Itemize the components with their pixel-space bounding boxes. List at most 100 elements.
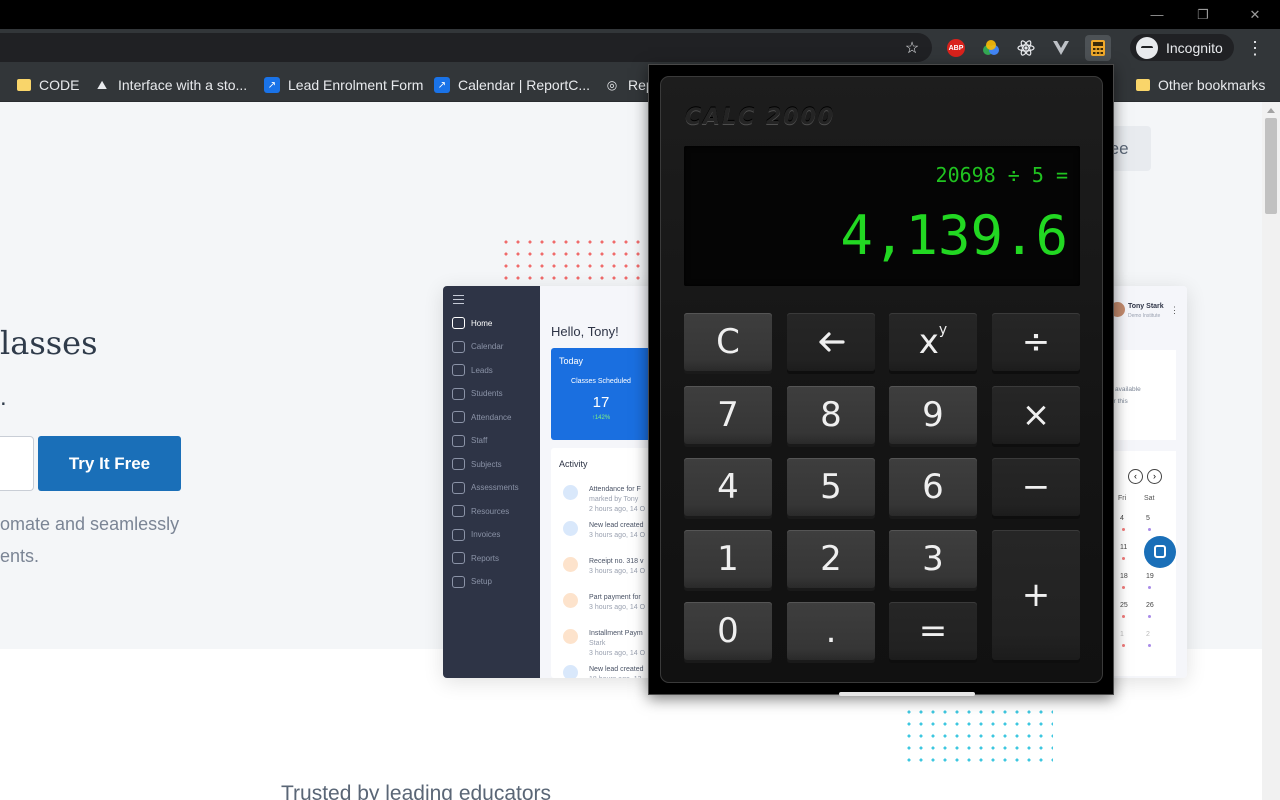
hero-title: lasses <box>0 324 98 362</box>
try-it-free-button[interactable]: Try It Free <box>38 436 181 491</box>
bookmark-code[interactable]: CODE <box>17 75 79 95</box>
close-icon: ✕ <box>1249 6 1261 22</box>
bookmark-lead-enrolment[interactable]: ↗ Lead Enrolment Form <box>264 75 423 95</box>
vue-icon <box>1053 41 1069 55</box>
nav-icon <box>452 575 465 588</box>
bookmark-interface[interactable]: ⛰ Interface with a sto... <box>94 75 247 95</box>
dashboard-greeting: Hello, Tony! <box>551 324 619 339</box>
digit-8-key[interactable]: 8 <box>787 386 875 444</box>
plus-key[interactable]: + <box>992 530 1080 660</box>
incognito-profile-button[interactable]: Incognito <box>1130 34 1234 61</box>
digit-5-key[interactable]: 5 <box>787 458 875 516</box>
dash-sidebar-label: Assessments <box>471 483 519 492</box>
dash-sidebar-label: Resources <box>471 506 510 516</box>
calendar-event-dot <box>1122 557 1125 560</box>
calendar-event-dot <box>1122 644 1125 647</box>
window-titlebar: — ❐ ✕ <box>0 0 1280 29</box>
close-window-button[interactable]: ✕ <box>1232 0 1278 29</box>
dashboard-sidebar: Home Calendar Leads Students Attendance Staff… <box>443 286 540 678</box>
chat-widget-button[interactable] <box>1144 536 1176 568</box>
chart-icon: ↗ <box>434 77 450 93</box>
decimal-key[interactable]: . <box>787 602 875 660</box>
digit-3-key[interactable]: 3 <box>889 530 977 588</box>
vue-extension-button[interactable] <box>1049 36 1073 60</box>
bookmark-calendar[interactable]: ↗ Calendar | ReportC... <box>434 75 590 95</box>
dash-sidebar-item: Calendar <box>452 339 503 355</box>
activity-title: New lead created <box>589 522 644 529</box>
activity-icon <box>563 485 578 500</box>
power-key[interactable]: xy <box>889 313 977 371</box>
calendar-date: 25 <box>1120 602 1128 609</box>
minimize-button[interactable]: — <box>1134 0 1180 29</box>
dash-sidebar-item: Staff <box>452 433 487 449</box>
bookmark-label: CODE <box>39 77 80 93</box>
hamburger-icon <box>453 295 464 304</box>
divide-key[interactable]: ÷ <box>992 313 1080 371</box>
calculator-brand: CALC 2000 <box>685 105 836 130</box>
other-bookmarks[interactable]: Other bookmarks <box>1136 75 1265 95</box>
activity-icon <box>563 557 578 572</box>
nav-icon <box>452 317 465 329</box>
email-input[interactable] <box>0 436 34 491</box>
digit-2-key[interactable]: 2 <box>787 530 875 588</box>
activity-icon <box>563 521 578 536</box>
activity-icon <box>563 593 578 608</box>
digit-6-key[interactable]: 6 <box>889 458 977 516</box>
nav-icon <box>452 411 465 423</box>
kebab-menu-icon: ⋮ <box>1170 305 1179 315</box>
activity-title: Receipt no. 318 v <box>589 558 644 565</box>
nav-icon <box>452 340 465 353</box>
calendar-date: 19 <box>1146 573 1154 580</box>
react-devtools-button[interactable] <box>1014 36 1038 60</box>
address-bar[interactable] <box>0 33 932 62</box>
backspace-key[interactable] <box>787 313 875 371</box>
activity-panel: Activity Attendance for F marked by Tony 2… <box>551 448 661 678</box>
dash-sidebar-item: Attendance <box>452 409 511 425</box>
decorative-dots-red <box>500 236 648 288</box>
hero-description-line: ents. <box>0 546 40 566</box>
dash-sidebar-label: Students <box>471 389 503 398</box>
activity-sub: 3 hours ago, 14 O <box>589 568 646 575</box>
page-scrollbar[interactable] <box>1262 102 1280 800</box>
nav-icon <box>452 458 465 470</box>
calendar-date: 1 <box>1120 631 1124 638</box>
calendar-date: 11 <box>1120 544 1128 551</box>
dash-sidebar-item: Home <box>452 315 492 331</box>
bookmark-rep[interactable]: ◎ Rep <box>604 75 654 95</box>
browser-menu-button[interactable]: ⋮ <box>1243 36 1267 60</box>
nav-icon <box>452 434 465 447</box>
dash-sidebar-item: Assessments <box>452 480 519 496</box>
multiply-key[interactable]: × <box>992 386 1080 444</box>
minus-key[interactable]: − <box>992 458 1080 516</box>
digit-7-key[interactable]: 7 <box>684 386 772 444</box>
scroll-up-icon[interactable] <box>1267 108 1275 113</box>
calendar-event-dot <box>1148 615 1151 618</box>
activity-sub: 3 hours ago, 14 O <box>589 604 646 611</box>
dash-sidebar-item: Leads <box>452 362 493 378</box>
other-bookmarks-label: Other bookmarks <box>1158 77 1266 93</box>
digit-9-key[interactable]: 9 <box>889 386 977 444</box>
digit-1-key[interactable]: 1 <box>684 530 772 588</box>
calc-extension-button[interactable] <box>1085 35 1111 61</box>
clear-key[interactable]: C <box>684 313 772 371</box>
minimize-icon: — <box>1150 7 1164 22</box>
bookmark-star-button[interactable]: ☆ <box>900 36 924 60</box>
nav-icon <box>452 505 465 517</box>
color-extension-button[interactable] <box>979 36 1003 60</box>
restore-button[interactable]: ❐ <box>1180 0 1226 29</box>
today-card: Today Classes Scheduled 17 ↑142% <box>551 348 651 440</box>
info-text: s available <box>1110 386 1141 393</box>
dash-sidebar-label: Home <box>471 318 493 328</box>
digit-4-key[interactable]: 4 <box>684 458 772 516</box>
equals-key[interactable]: = <box>889 602 977 660</box>
activity-title: Part payment for <box>589 594 641 601</box>
hero-subtitle: . <box>0 384 7 411</box>
today-delta: ↑142% <box>591 415 611 421</box>
scroll-thumb[interactable] <box>1265 118 1277 214</box>
digit-0-key[interactable]: 0 <box>684 602 772 660</box>
abp-extension-button[interactable]: ABP <box>944 36 968 60</box>
activity-sub: 18 hours ago, 13 <box>589 675 642 678</box>
calendar-event-dot <box>1122 528 1125 531</box>
dash-sidebar-item: Invoices <box>452 527 500 543</box>
incognito-label: Incognito <box>1166 39 1223 56</box>
